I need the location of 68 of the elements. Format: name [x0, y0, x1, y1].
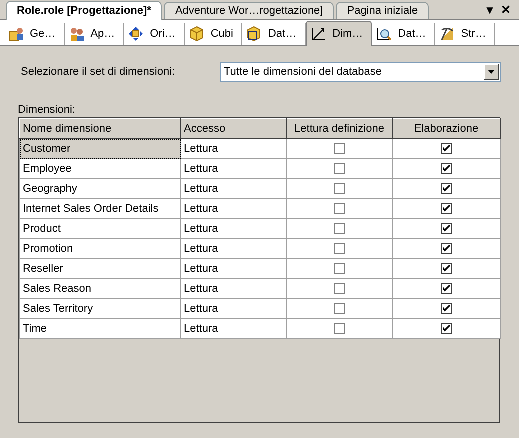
dimension-name-cell[interactable]: Internet Sales Order Details — [20, 198, 180, 218]
dimension-name-cell[interactable]: Geography — [20, 178, 180, 198]
checkbox[interactable] — [441, 143, 452, 154]
dropdown-icon[interactable]: ▾ — [487, 2, 493, 16]
document-tab[interactable]: Role.role [Progettazione]* — [6, 1, 162, 20]
checkbox[interactable] — [334, 323, 345, 334]
checkbox[interactable] — [334, 263, 345, 274]
magnifier-icon — [376, 26, 392, 42]
checkbox[interactable] — [441, 283, 452, 294]
access-cell: Lettura — [180, 258, 286, 278]
dimension-name-cell[interactable]: Sales Territory — [20, 298, 180, 318]
designer-tab[interactable]: Dim… — [306, 21, 372, 46]
checkbox[interactable] — [441, 223, 452, 234]
users-icon — [8, 26, 24, 42]
people-icon — [68, 26, 85, 42]
designer-tab[interactable]: Ge… — [4, 23, 65, 45]
checkbox[interactable] — [334, 203, 345, 214]
cube-icon — [188, 26, 205, 42]
designer-tab[interactable]: Dat… — [372, 23, 436, 45]
checkbox[interactable] — [334, 303, 345, 314]
access-cell: Lettura — [180, 218, 286, 238]
checkbox[interactable] — [441, 243, 452, 254]
access-cell: Lettura — [180, 138, 286, 158]
column-header[interactable]: Accesso — [180, 118, 286, 138]
dimension-name-cell[interactable]: Time — [20, 318, 180, 338]
dimension-name-cell[interactable]: Employee — [20, 158, 180, 178]
cube-icon — [246, 26, 262, 42]
dimension-name-cell[interactable]: Promotion — [20, 238, 180, 258]
access-cell: Lettura — [180, 278, 286, 298]
access-cell: Lettura — [180, 318, 286, 338]
column-header[interactable]: Nome dimensione — [20, 118, 180, 138]
dimension-name-cell[interactable]: Reseller — [20, 258, 180, 278]
checkbox[interactable] — [334, 143, 345, 154]
checkbox[interactable] — [441, 323, 452, 334]
access-cell: Lettura — [180, 238, 286, 258]
checkbox[interactable] — [441, 303, 452, 314]
designer-tab[interactable]: Str… — [435, 23, 496, 45]
checkbox[interactable] — [441, 163, 452, 174]
checkbox[interactable] — [334, 163, 345, 174]
dimensions-label: Dimensioni: — [18, 103, 76, 117]
move-arrows-icon — [128, 26, 144, 42]
checkbox[interactable] — [334, 183, 345, 194]
checkbox[interactable] — [441, 183, 452, 194]
document-tab[interactable]: Pagina iniziale — [336, 2, 430, 19]
dimension-name-cell[interactable]: Sales Reason — [20, 278, 180, 298]
pickaxe-icon — [439, 26, 456, 42]
dimension-name-cell[interactable]: Customer — [20, 138, 180, 158]
close-icon[interactable]: ✕ — [501, 2, 511, 16]
checkbox[interactable] — [334, 243, 345, 254]
access-cell: Lettura — [180, 178, 286, 198]
access-cell: Lettura — [180, 198, 286, 218]
column-header[interactable]: Lettura definizione — [286, 118, 392, 138]
document-tab[interactable]: Adventure Wor…rogettazione] — [164, 2, 334, 19]
checkbox[interactable] — [441, 263, 452, 274]
axes-icon — [310, 26, 327, 42]
designer-tab[interactable]: Dat… — [242, 23, 306, 45]
checkbox[interactable] — [441, 203, 452, 214]
dimension-set-dropdown[interactable]: Tutte le dimensioni del database — [220, 62, 501, 82]
column-header[interactable]: Elaborazione — [392, 118, 500, 138]
checkbox[interactable] — [334, 223, 345, 234]
checkbox[interactable] — [334, 283, 345, 294]
dimension-name-cell[interactable]: Product — [20, 218, 180, 238]
access-cell: Lettura — [180, 298, 286, 318]
access-cell: Lettura — [180, 158, 286, 178]
designer-tab[interactable]: Ap… — [64, 23, 124, 45]
designer-tab[interactable]: Ori… — [124, 23, 185, 45]
designer-tab[interactable]: Cubi — [184, 23, 242, 45]
dimension-set-label: Selezionare il set di dimensioni: — [21, 66, 176, 78]
